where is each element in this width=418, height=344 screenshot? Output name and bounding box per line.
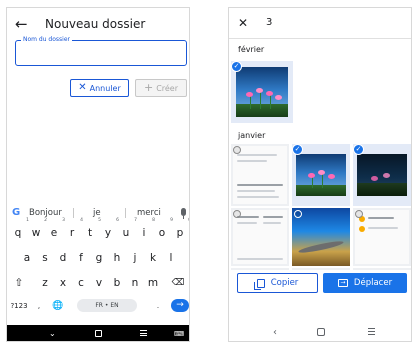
- key-r[interactable]: r4: [65, 218, 83, 243]
- select-radio-icon[interactable]: [355, 210, 363, 218]
- folder-name-label: Nom du dossier: [21, 35, 72, 44]
- plus-icon: +: [143, 81, 154, 94]
- divider: [73, 208, 74, 218]
- section-header-february: février: [238, 45, 265, 54]
- key-x[interactable]: x: [56, 273, 70, 293]
- photo-thumbnail[interactable]: ✓: [353, 144, 411, 206]
- cancel-button[interactable]: ✕ Annuler: [70, 79, 129, 97]
- key-row-4: ?123 , 🌐 FR • EN . →: [7, 296, 189, 316]
- key-row-2: a s d f g h j k l: [7, 248, 189, 268]
- photo-image: [296, 154, 346, 196]
- system-nav-bar: ⌄ ⌨: [7, 325, 189, 341]
- system-nav-bar: ‹: [229, 322, 411, 341]
- back-arrow-icon[interactable]: ←: [15, 14, 28, 34]
- menu-icon[interactable]: [140, 330, 147, 336]
- menu-icon[interactable]: [368, 328, 375, 335]
- symbols-key[interactable]: ?123: [10, 296, 28, 316]
- page-title: Nouveau dossier: [45, 17, 146, 31]
- select-radio-icon[interactable]: [233, 210, 241, 218]
- home-square-icon[interactable]: [317, 328, 325, 336]
- enter-arrow-icon[interactable]: →: [171, 299, 189, 312]
- screenshot-thumbnail[interactable]: [231, 208, 289, 266]
- key-d[interactable]: d: [56, 248, 70, 268]
- photo-thumbnail[interactable]: ✓: [231, 61, 293, 123]
- selected-check-icon[interactable]: ✓: [353, 144, 364, 155]
- key-u[interactable]: u7: [119, 218, 137, 243]
- key-j[interactable]: j: [128, 248, 142, 268]
- screenshot-thumbnail[interactable]: [231, 144, 289, 206]
- copy-label: Copier: [270, 278, 299, 288]
- divider: [229, 38, 411, 39]
- key-e[interactable]: e3: [47, 218, 65, 243]
- shift-icon[interactable]: ⇧: [11, 273, 27, 293]
- key-q[interactable]: q1: [11, 218, 29, 243]
- key-row-3: ⇧ z x c v b n m ⌫: [7, 273, 189, 293]
- key-c[interactable]: c: [74, 273, 88, 293]
- backspace-icon[interactable]: ⌫: [169, 273, 187, 293]
- folder-name-field[interactable]: Nom du dossier: [15, 35, 187, 66]
- selection-app-bar: ✕ 3: [229, 8, 411, 38]
- key-n[interactable]: n: [128, 273, 142, 293]
- google-g-icon[interactable]: G: [12, 207, 20, 219]
- close-icon: ✕: [78, 82, 87, 93]
- period-key[interactable]: .: [153, 296, 163, 316]
- close-icon[interactable]: ✕: [238, 16, 248, 30]
- copy-icon: [253, 278, 265, 290]
- globe-icon[interactable]: 🌐: [51, 296, 65, 316]
- keyboard-icon[interactable]: ⌨: [174, 328, 184, 340]
- photo-image: [236, 67, 288, 117]
- select-radio-icon[interactable]: [233, 146, 241, 154]
- folder-name-input[interactable]: [22, 47, 180, 59]
- suggestion-3[interactable]: merci: [137, 208, 161, 218]
- key-b[interactable]: b: [110, 273, 124, 293]
- section-header-january: janvier: [238, 131, 266, 140]
- key-s[interactable]: s: [38, 248, 52, 268]
- key-row-1: q1 w2 e3 r4 t5 y6 u7 i8 o9 p0: [7, 218, 189, 243]
- suggestion-2[interactable]: je: [93, 208, 101, 218]
- key-f[interactable]: f: [74, 248, 88, 268]
- space-key[interactable]: FR • EN: [77, 299, 137, 312]
- move-label: Déplacer: [353, 278, 393, 288]
- screenshot-thumbnail[interactable]: [353, 208, 411, 266]
- create-label: Créer: [156, 83, 179, 93]
- selected-check-icon[interactable]: ✓: [231, 61, 242, 72]
- create-button[interactable]: + Créer: [135, 79, 187, 97]
- selected-check-icon[interactable]: ✓: [292, 144, 303, 155]
- selected-count: 3: [266, 17, 273, 28]
- keyboard: G Bonjour je merci q1 w2 e3 r4 t5 y6 u7 …: [7, 204, 189, 328]
- key-p[interactable]: p0: [173, 218, 189, 243]
- copy-button[interactable]: Copier: [237, 273, 318, 293]
- microphone-icon[interactable]: [181, 208, 186, 219]
- key-t[interactable]: t5: [83, 218, 101, 243]
- key-o[interactable]: o9: [155, 218, 173, 243]
- key-l[interactable]: l: [164, 248, 178, 268]
- chevron-down-icon[interactable]: ⌄: [49, 328, 56, 340]
- suggestion-1[interactable]: Bonjour: [29, 208, 62, 218]
- photo-selection-screen: ✕ 3 février ✓ janvier ✓ ✓ Copier → Dépla…: [228, 7, 412, 342]
- photo-thumbnail[interactable]: ✓: [292, 144, 350, 206]
- key-y[interactable]: y6: [101, 218, 119, 243]
- key-h[interactable]: h: [110, 248, 124, 268]
- key-w[interactable]: w2: [29, 218, 47, 243]
- divider: [125, 208, 126, 218]
- key-k[interactable]: k: [146, 248, 160, 268]
- key-v[interactable]: v: [92, 273, 106, 293]
- photo-thumbnail[interactable]: [292, 208, 350, 266]
- photo-image: [357, 154, 407, 196]
- home-square-icon[interactable]: [95, 330, 102, 337]
- move-folder-icon: →: [337, 279, 348, 287]
- new-folder-screen: ← Nouveau dossier Nom du dossier ✕ Annul…: [6, 7, 190, 342]
- key-g[interactable]: g: [92, 248, 106, 268]
- action-bar: Copier → Déplacer: [229, 270, 411, 298]
- select-radio-icon[interactable]: [294, 210, 302, 218]
- key-a[interactable]: a: [20, 248, 34, 268]
- back-chevron-icon[interactable]: ‹: [273, 327, 277, 339]
- move-button[interactable]: → Déplacer: [323, 273, 407, 293]
- key-i[interactable]: i8: [137, 218, 155, 243]
- comma-key[interactable]: ,: [34, 296, 44, 316]
- key-m[interactable]: m: [146, 273, 160, 293]
- cancel-label: Annuler: [89, 83, 121, 93]
- key-z[interactable]: z: [38, 273, 52, 293]
